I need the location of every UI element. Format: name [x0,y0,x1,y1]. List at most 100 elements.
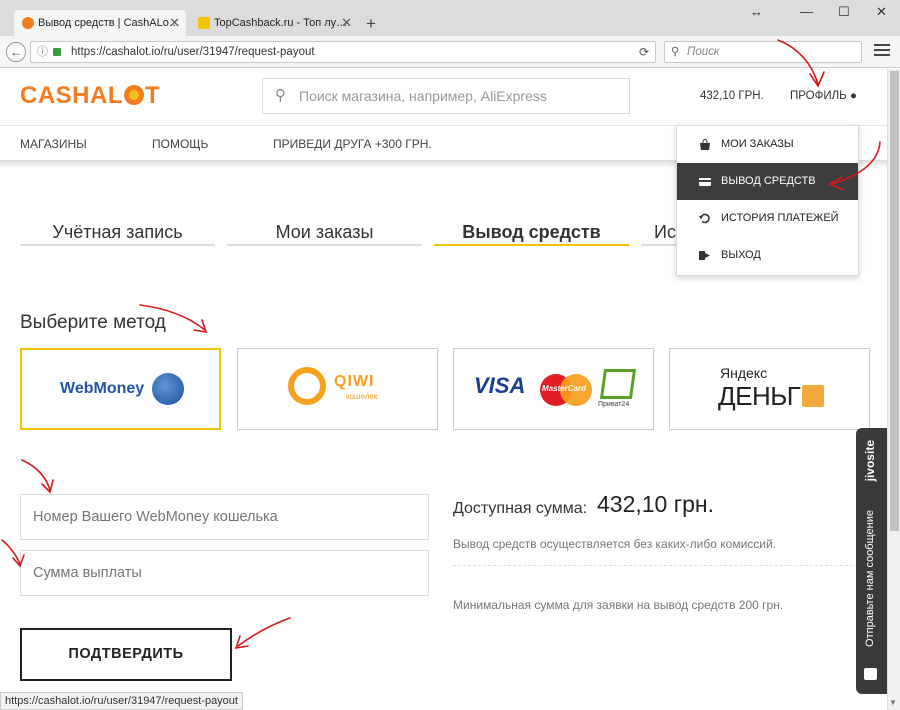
nav-help[interactable]: ПОМОЩЬ [152,137,208,151]
annotation-arrow [1,539,21,565]
browser-search-placeholder: Поиск [687,46,720,58]
method-qiwi[interactable]: QIWI кошелек [237,348,438,430]
card-icon [699,178,711,186]
store-search-input[interactable]: ⚲ Поиск магазина, например, AliExpress [262,78,630,114]
menu-item-label: МОИ ЗАКАЗЫ [721,138,794,150]
chat-widget[interactable]: jivosite Отправьте нам сообщение [856,428,887,694]
back-button[interactable]: ← [6,42,26,62]
annotation-arrowhead [41,479,54,494]
menu-item-label: ВЫХОД [721,249,761,261]
annotation-arrow [237,617,291,647]
tab-underline [641,244,677,246]
user-icon: ● [849,90,857,102]
tab-account[interactable]: Учётная запись [20,222,215,243]
address-bar[interactable]: ⓘ https://cashalot.io/ru/user/31947/requ… [30,41,656,63]
browser-tab-active[interactable]: Вывод средств | CashALo… ✕ [14,10,186,36]
search-icon: ⚲ [671,46,680,58]
logo-text: CASHAL [20,82,123,109]
commission-note: Вывод средств осуществляется без каких-л… [453,537,777,551]
nav-stores[interactable]: МАГАЗИНЫ [20,137,87,151]
webmoney-logo-text: WebMoney [60,380,145,397]
profile-dropdown: МОИ ЗАКАЗЫ ВЫВОД СРЕДСТВ ИСТОРИЯ ПЛАТЕЖЕ… [676,125,859,276]
minimize-button[interactable]: — [800,4,813,19]
bag-icon [700,139,710,150]
annotation-arrowhead [234,635,249,650]
menu-icon[interactable] [874,44,890,58]
chat-prompt: Отправьте нам сообщение [864,510,876,647]
status-bar-url: https://cashalot.io/ru/user/31947/reques… [0,692,243,710]
menu-item-payment-history[interactable]: ИСТОРИЯ ПЛАТЕЖЕЙ [677,200,858,237]
browser-tab[interactable]: TopCashback.ru - Топ лу… ✕ [190,10,358,36]
annotation-arrowhead [193,319,208,334]
page-scrollbar[interactable] [887,69,900,710]
divider [453,565,868,566]
chat-close-icon[interactable] [864,668,877,680]
tab-title: TopCashback.ru - Топ лу… [214,17,348,29]
menu-item-logout[interactable]: ВЫХОД [677,237,858,274]
annotation-arrow [21,459,51,491]
tab-underline [20,244,215,246]
method-yandex-money[interactable]: Яндекс ДЕНЬГИ [669,348,870,430]
search-icon: ⚲ [275,87,286,104]
history-icon [699,213,710,224]
menu-item-my-orders[interactable]: МОИ ЗАКАЗЫ [677,126,858,163]
tab-title: Вывод средств | CashALo… [38,17,180,29]
browser-search-input[interactable]: ⚲ Поиск [664,41,862,63]
yandex-logo-text: Яндекс [720,365,768,381]
tab-underline-active [434,244,629,246]
qiwi-logo-subtext: кошелек [346,392,378,401]
cashalot-favicon-icon [22,17,34,29]
available-amount-label: Доступная сумма: [453,500,588,517]
browser-window: Вывод средств | CashALo… ✕ TopCashback.r… [0,0,900,710]
maximize-button[interactable]: ☐ [838,4,850,20]
scroll-down-arrow-icon[interactable]: ▼ [889,698,897,707]
chat-brand: jivosite [863,440,877,482]
visa-logo-text: VISA [474,373,526,398]
privat24-logo-text: Приват24 [598,401,630,408]
info-icon[interactable]: ⓘ [37,42,48,62]
site-logo[interactable]: CASHAL T [20,82,160,110]
nav-invite-friend[interactable]: ПРИВЕДИ ДРУГА +300 ГРН. [273,137,432,151]
method-cards[interactable]: VISA MasterCard Приват24 [453,348,654,430]
minimum-amount-note: Минимальная сумма для заявки на вывод ср… [453,598,784,612]
tab-underline [227,244,422,246]
tab-history[interactable]: Ис [654,222,676,243]
wallet-number-input[interactable] [20,494,429,540]
mastercard-logo-text: MasterCard [542,384,587,393]
qiwi-logo-text: QIWI [334,373,375,390]
scrollbar-thumb[interactable] [890,71,899,531]
menu-item-label: ВЫВОД СРЕДСТВ [721,175,816,187]
reload-icon[interactable]: ⟳ [639,42,649,62]
yandex-wallet-icon [802,385,824,407]
balance-display[interactable]: 432,10 ГРН. [700,90,764,102]
menu-item-label: ИСТОРИЯ ПЛАТЕЖЕЙ [721,212,839,224]
close-tab-icon[interactable]: ✕ [169,15,180,31]
resize-icon[interactable]: ↔ [750,4,763,19]
url-text: https://cashalot.io/ru/user/31947/reques… [71,46,315,58]
new-tab-button[interactable]: + [366,14,376,34]
close-tab-icon[interactable]: ✕ [341,15,352,31]
tab-my-orders[interactable]: Мои заказы [227,222,422,243]
profile-label: ПРОФИЛЬ [790,90,847,102]
mastercard-logo-icon: MasterCard [540,374,592,406]
logo-text-end: T [145,82,161,109]
annotation-arrowhead [809,71,825,88]
menu-item-withdraw[interactable]: ВЫВОД СРЕДСТВ [677,163,858,200]
logout-icon [699,251,710,260]
lock-icon [53,48,61,56]
tab-strip: Вывод средств | CashALo… ✕ TopCashback.r… [0,0,900,36]
logo-coin-icon [124,85,144,105]
privat24-logo-icon [599,369,637,399]
confirm-button[interactable]: ПОДТВЕРДИТЬ [20,628,232,681]
close-window-button[interactable]: ✕ [876,4,887,20]
payout-amount-input[interactable] [20,550,429,596]
store-search-placeholder: Поиск магазина, например, AliExpress [299,88,547,104]
navigation-toolbar: ← ⓘ https://cashalot.io/ru/user/31947/re… [0,36,900,68]
profile-menu-button[interactable]: ПРОФИЛЬ ● [790,90,857,102]
method-webmoney[interactable]: WebMoney [20,348,221,430]
available-amount-value: 432,10 грн. [597,491,715,517]
tab-withdraw[interactable]: Вывод средств [434,222,629,243]
qiwi-logo-icon [288,367,326,405]
method-heading: Выберите метод [20,312,166,333]
webmoney-globe-icon [152,373,184,405]
